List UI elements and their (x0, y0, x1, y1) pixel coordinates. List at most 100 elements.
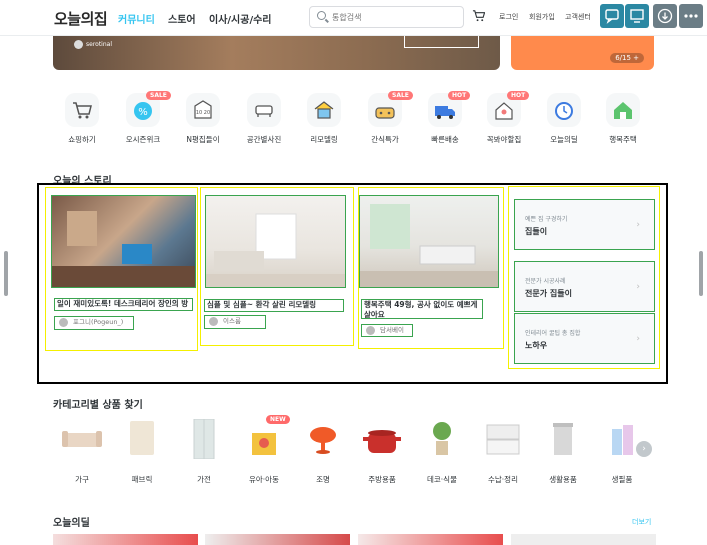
desktop-button[interactable] (625, 4, 649, 28)
category-fabric[interactable]: 패브릭 (114, 419, 170, 485)
story-card-image[interactable] (359, 195, 499, 288)
side-banner[interactable]: 6/15 + (511, 36, 654, 70)
side-item-expert-housewarming[interactable]: 전문가 시공사례 전문가 집들이 › (514, 261, 655, 312)
fridge-icon (182, 418, 226, 460)
signup-link[interactable]: 회원가입 (529, 12, 555, 22)
category-label: 패브릭 (131, 475, 153, 484)
pot-icon (360, 419, 404, 459)
bedding-icon (120, 419, 164, 459)
sofa-icon (60, 419, 104, 459)
hot-badge: HOT (507, 91, 530, 100)
story-card-title[interactable]: 행복주택 49형, 공사 없이도 예쁘게 살아요 (361, 299, 483, 319)
more-button[interactable] (679, 4, 703, 28)
quick-menu-label: 오늘의딜 (550, 135, 578, 144)
category-section-title: 카테고리별 상품 찾기 (53, 400, 143, 411)
quick-menu-label: 리모델링 (310, 135, 338, 144)
left-scroll-handle[interactable] (4, 251, 8, 296)
category-label: 가구 (75, 475, 89, 484)
plant-icon (420, 419, 464, 459)
deal-item[interactable] (511, 534, 656, 545)
right-scroll-handle[interactable] (699, 251, 703, 296)
category-storage[interactable]: 수납·정리 (475, 419, 531, 485)
quick-menu-fast-delivery[interactable]: HOT 빠른배송 (415, 91, 475, 145)
search-input[interactable] (332, 10, 458, 24)
chat-icon (605, 9, 619, 24)
avatar (366, 326, 375, 335)
quick-menu-shopping[interactable]: 쇼핑하기 (52, 93, 112, 145)
quick-menu-label: 오시즌위크 (125, 135, 161, 144)
nav-community[interactable]: 커뮤니티 (118, 11, 155, 26)
search-icon (317, 11, 326, 20)
quick-menu-space-photo[interactable]: 공간별사진 (234, 93, 294, 145)
story-card-title[interactable]: 일이 재미있도록! 데스크테리어 장인의 방 (54, 298, 193, 311)
customer-center-link[interactable]: 고객센터 (565, 12, 591, 22)
quick-menu-must-see-house[interactable]: HOT 꼭봐야할집 (474, 91, 534, 145)
quick-menu-n-pyeong[interactable]: 10 20 N평집들이 (173, 93, 233, 145)
story-card-image[interactable] (205, 195, 346, 288)
quick-menu-today-deal[interactable]: 오늘의딜 (534, 93, 594, 145)
quick-menu-happy-house[interactable]: 행복주택 (593, 93, 653, 145)
deal-more-link[interactable]: 더보기 (632, 517, 651, 527)
side-item-subtitle: 예쁜 집 구경하기 (525, 216, 568, 223)
story-card-author-name: 포그니(Pogeun_) (73, 318, 124, 326)
login-link[interactable]: 로그인 (499, 12, 518, 22)
side-item-title: 집들이 (525, 227, 548, 236)
category-furniture[interactable]: 가구 (54, 419, 110, 485)
category-label: 생필품 (611, 475, 633, 484)
deal-item[interactable] (53, 534, 198, 545)
quick-menu-snack-deal[interactable]: SALE 간식특가 (355, 91, 415, 145)
quick-menu-label: 꼭봐야할집 (486, 135, 522, 144)
toy-icon: NEW (242, 415, 290, 459)
category-kitchen[interactable]: 주방용품 (354, 419, 410, 485)
chevron-right-icon[interactable]: › (636, 441, 652, 457)
deal-item[interactable] (358, 534, 503, 545)
category-deco[interactable]: 데코·식물 (414, 419, 470, 485)
category-lighting[interactable]: 조명 (295, 419, 351, 485)
category-label: 데코·식물 (427, 475, 457, 484)
chevron-right-icon: › (636, 334, 640, 344)
svg-text:10 20: 10 20 (196, 110, 210, 116)
chat-button[interactable] (600, 4, 624, 28)
deal-section-title: 오늘의딜 (53, 518, 90, 529)
side-item-housewarming[interactable]: 예쁜 집 구경하기 집들이 › (514, 199, 655, 250)
clock-icon (547, 93, 581, 127)
story-card-author[interactable]: 포그니(Pogeun_) (54, 316, 134, 330)
cart-icon[interactable] (472, 9, 485, 22)
story-card-author-name: 담서베이 (380, 326, 404, 334)
sale-badge: SALE (388, 91, 413, 100)
nav-store[interactable]: 스토어 (168, 11, 196, 26)
quick-menu-label: 빠른배송 (431, 135, 459, 144)
story-card-title[interactable]: 심플 및 심플~ 환각 살린 리모델링 (204, 299, 344, 312)
logo[interactable]: 오늘의집 (54, 8, 108, 29)
side-item-knowhow[interactable]: 인테리어 꿀팁 총 집합 노하우 › (514, 313, 655, 364)
cart-icon (65, 93, 99, 127)
main-banner[interactable]: serotinal (53, 36, 500, 70)
download-button[interactable] (653, 4, 677, 28)
quick-menu-remodeling[interactable]: 리모델링 (294, 93, 354, 145)
category-label: 유아·아동 (249, 475, 279, 484)
avatar (209, 317, 218, 326)
chevron-right-icon: › (636, 282, 640, 292)
banner-button[interactable] (404, 36, 479, 48)
house-icon: HOT (487, 91, 530, 127)
quick-menu-label: N평집들이 (186, 135, 220, 144)
banner-counter[interactable]: 6/15 + (610, 53, 644, 63)
sale-badge: SALE (146, 91, 171, 100)
snack-icon: SALE (368, 91, 413, 127)
trash-bin-icon (541, 419, 585, 459)
story-card-image[interactable] (51, 195, 196, 288)
category-label: 수납·정리 (488, 475, 518, 484)
deal-item[interactable] (205, 534, 350, 545)
side-item-subtitle: 인테리어 꿀팁 총 집합 (525, 330, 581, 337)
quick-menu-season-week[interactable]: % SALE 오시즌위크 (113, 91, 173, 145)
story-card-author[interactable]: 이스룸 (204, 315, 266, 329)
category-appliance[interactable]: 가전 (176, 418, 232, 485)
category-kids[interactable]: NEW 유아·아동 (236, 415, 292, 485)
category-living[interactable]: 생활용품 (535, 419, 591, 485)
category-label: 주방용품 (368, 475, 396, 484)
storage-box-icon (481, 419, 525, 459)
home-green-icon (606, 93, 640, 127)
search-box[interactable] (309, 6, 464, 28)
story-card-author[interactable]: 담서베이 (361, 324, 413, 337)
nav-moving[interactable]: 이사/시공/수리 (209, 11, 272, 26)
